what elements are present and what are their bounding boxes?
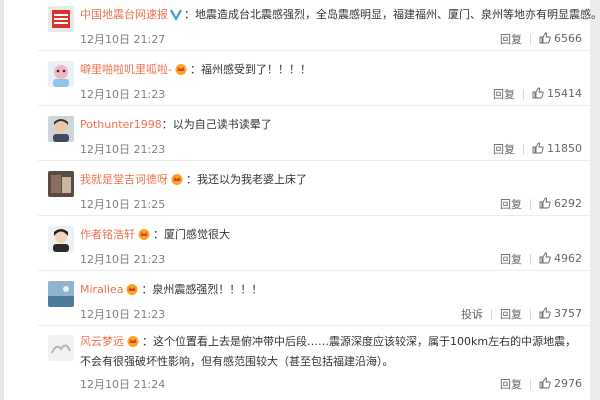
comment-text: ：这个位置看上去是俯冲带中后段……震源深度应该较深，属于100km左右的中源地震… (80, 335, 577, 368)
comment-text: ：我还以为我老婆上床了 (186, 173, 307, 186)
comment-text: ：以为自己读书读晕了 (161, 118, 272, 131)
comment-text: ：福州感受到了！！！！ (189, 63, 311, 76)
reply-button[interactable]: 回复 (493, 141, 515, 157)
username[interactable]: 风云梦远 (80, 335, 124, 348)
thumbs-up-icon (539, 252, 551, 267)
avatar[interactable] (48, 61, 74, 87)
like-count: 4962 (554, 251, 582, 265)
report-button[interactable]: 投诉 (461, 306, 483, 322)
comment-line: 我就是堂吉诃德呀 ：我还以为我老婆上床了 (80, 172, 307, 190)
comment-item: 中国地震台网速报 ：地震造成台北震感强烈，全岛震感明显，福建福州、厦门、泉州等地亦… (38, 0, 600, 51)
divider (530, 198, 531, 210)
username[interactable]: Mirallea (80, 283, 123, 296)
like-button[interactable]: 11850 (532, 142, 582, 157)
divider (530, 378, 531, 390)
timestamp: 12月10日 21:23 (80, 308, 166, 321)
thumbs-up-icon (539, 32, 551, 47)
reply-button[interactable]: 回复 (493, 86, 515, 102)
thumbs-up-icon (532, 142, 544, 157)
thumbs-up-icon (539, 307, 551, 322)
comment-line: Mirallea ：泉州震感强烈！！！！ (80, 282, 262, 300)
comment-actions: 回复 15414 (493, 86, 582, 102)
username[interactable]: 噼里啪啦叽里呱啦- (80, 63, 172, 76)
like-button[interactable]: 6292 (539, 197, 582, 212)
left-edge (0, 0, 4, 400)
avatar[interactable] (48, 171, 74, 197)
comment-item: Mirallea ：泉州震感强烈！！！！ 12月10日 21:23 投诉 回复 375… (38, 273, 590, 326)
comment-actions: 回复 6292 (500, 196, 582, 212)
divider (530, 33, 531, 45)
reply-button[interactable]: 回复 (500, 31, 522, 47)
reply-button[interactable]: 回复 (500, 306, 522, 322)
comment-line: 噼里啪啦叽里呱啦- ：福州感受到了！！！！ (80, 62, 311, 80)
comment-actions: 回复 2976 (500, 376, 582, 392)
verified-v-icon (170, 8, 182, 25)
avatar[interactable] (48, 116, 74, 142)
like-count: 6292 (554, 196, 582, 210)
like-count: 3757 (554, 306, 582, 320)
comment-item: 作者铭浩轩 ：厦门感觉很大 12月10日 21:23 回复 4962 (38, 218, 590, 271)
comment-line: 风云梦远 ：这个位置看上去是俯冲带中后段……震源深度应该较深，属于100km左右的… (80, 333, 580, 371)
like-button[interactable]: 15414 (532, 87, 582, 102)
vip-crown-icon (126, 335, 140, 353)
avatar[interactable] (48, 335, 74, 361)
vip-crown-icon (170, 173, 184, 190)
divider (530, 253, 531, 265)
reply-button[interactable]: 回复 (500, 196, 522, 212)
scrollbar-track[interactable] (590, 0, 600, 400)
reply-button[interactable]: 回复 (500, 251, 522, 267)
divider (523, 143, 524, 155)
like-button[interactable]: 4962 (539, 252, 582, 267)
username[interactable]: 中国地震台网速报 (80, 8, 168, 21)
comment-line: 中国地震台网速报 ：地震造成台北震感强烈，全岛震感明显，福建福州、厦门、泉州等地亦… (80, 7, 600, 25)
vip-crown-icon (137, 228, 151, 245)
avatar[interactable] (48, 281, 74, 307)
timestamp: 12月10日 21:27 (80, 33, 166, 46)
thumbs-up-icon (532, 87, 544, 102)
comment-text: ：泉州震感强烈！！！！ (141, 283, 263, 296)
vip-crown-icon (125, 283, 139, 300)
like-count: 2976 (554, 376, 582, 390)
comment-text: ：厦门感觉很大 (153, 228, 230, 241)
comment-item: Pothunter1998：以为自己读书读晕了 12月10日 21:23 回复 1… (38, 108, 590, 161)
comment-line: 作者铭浩轩 ：厦门感觉很大 (80, 227, 230, 245)
comment-actions: 回复 11850 (493, 141, 582, 157)
timestamp: 12月10日 21:25 (80, 198, 166, 211)
comment-item: 我就是堂吉诃德呀 ：我还以为我老婆上床了 12月10日 21:25 回复 6292 (38, 163, 590, 216)
timestamp: 12月10日 21:23 (80, 253, 166, 266)
username[interactable]: 我就是堂吉诃德呀 (80, 173, 168, 186)
timestamp: 12月10日 21:23 (80, 143, 166, 156)
divider (523, 88, 524, 100)
comment-item: 风云梦远 ：这个位置看上去是俯冲带中后段……震源深度应该较深，属于100km左右的… (38, 328, 590, 400)
vip-crown-icon (174, 63, 188, 80)
like-button[interactable]: 2976 (539, 377, 582, 392)
thumbs-up-icon (539, 377, 551, 392)
timestamp: 12月10日 21:23 (80, 88, 166, 101)
thumbs-up-icon (539, 197, 551, 212)
comment-actions: 回复 6566 (500, 31, 582, 47)
avatar[interactable] (48, 6, 74, 32)
comment-item: 噼里啪啦叽里呱啦- ：福州感受到了！！！！ 12月10日 21:23 回复 1541… (38, 53, 590, 106)
like-count: 11850 (547, 141, 582, 155)
divider (491, 308, 492, 320)
comment-line: Pothunter1998：以为自己读书读晕了 (80, 117, 272, 133)
comment-text: ：地震造成台北震感强烈，全岛震感明显，福建福州、厦门、泉州等地亦有明显震感。 (184, 8, 600, 21)
username[interactable]: 作者铭浩轩 (80, 228, 135, 241)
comment-actions: 回复 4962 (500, 251, 582, 267)
like-count: 15414 (547, 86, 582, 100)
avatar[interactable] (48, 226, 74, 252)
like-count: 6566 (554, 31, 582, 45)
like-button[interactable]: 6566 (539, 32, 582, 47)
divider (530, 308, 531, 320)
comment-actions: 投诉 回复 3757 (461, 306, 582, 322)
username[interactable]: Pothunter1998 (80, 118, 162, 131)
timestamp: 12月10日 21:24 (80, 378, 166, 391)
like-button[interactable]: 3757 (539, 307, 582, 322)
reply-button[interactable]: 回复 (500, 376, 522, 392)
